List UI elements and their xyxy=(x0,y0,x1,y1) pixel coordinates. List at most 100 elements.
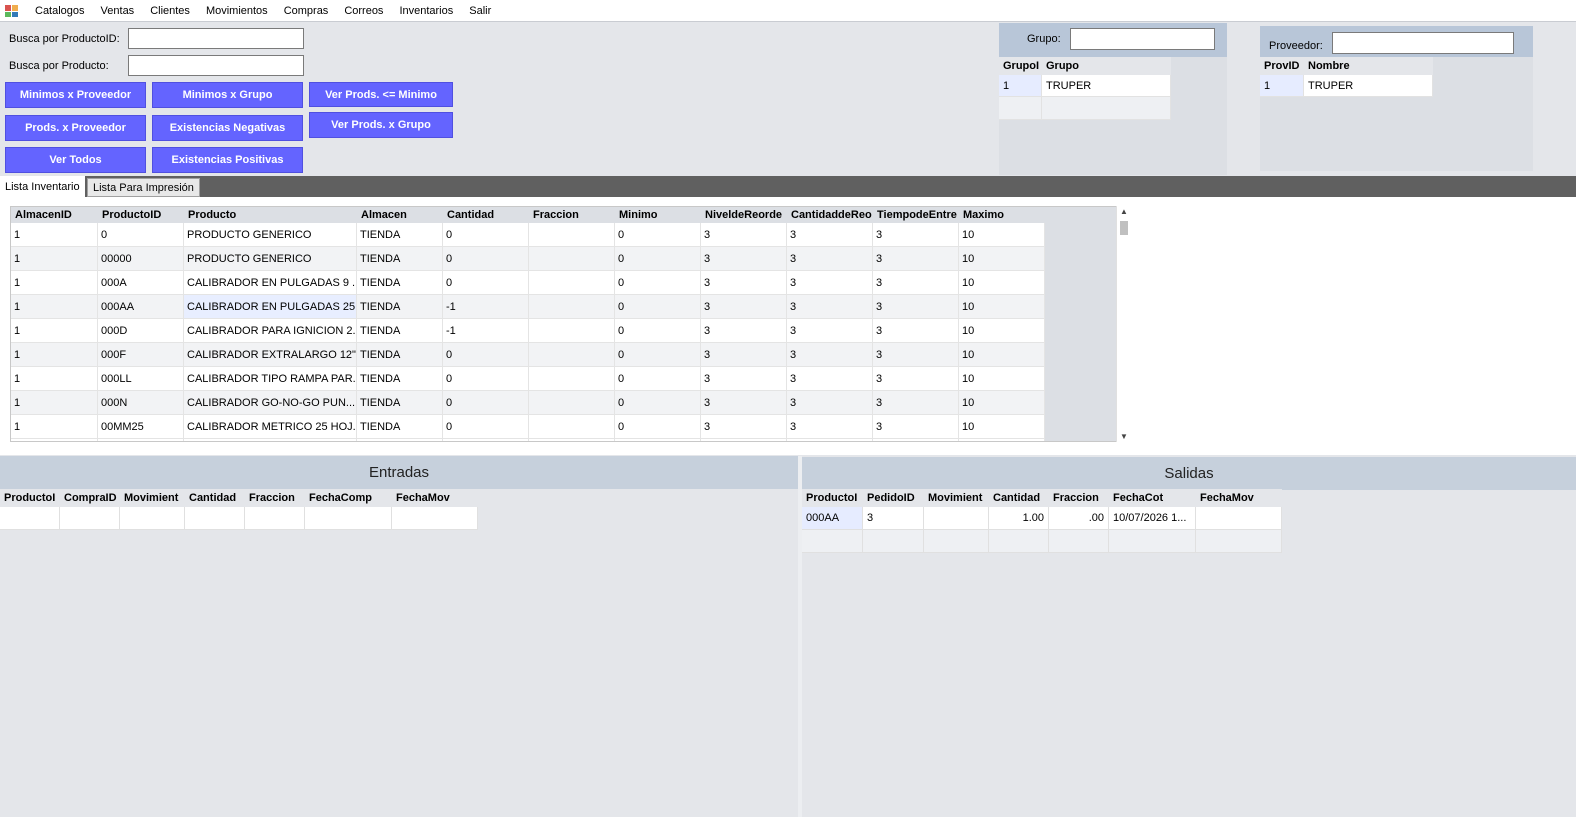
table-cell[interactable] xyxy=(615,439,701,441)
table-cell[interactable]: 000LL xyxy=(98,367,184,391)
table-cell[interactable] xyxy=(873,439,959,441)
table-cell[interactable] xyxy=(357,439,443,441)
existencias-negativas-button[interactable]: Existencias Negativas xyxy=(152,115,303,141)
entradas-col-cantidad[interactable]: Cantidad xyxy=(185,489,245,507)
table-cell[interactable]: -1 xyxy=(443,319,529,343)
proveedor-col-name[interactable]: Nombre xyxy=(1304,57,1433,75)
table-row[interactable]: 1 000D CALIBRADOR PARA IGNICION 2... TIENDA… xyxy=(11,319,1045,343)
table-cell[interactable]: 10 xyxy=(959,223,1045,247)
table-cell[interactable]: 3 xyxy=(701,391,787,415)
table-cell[interactable]: 3 xyxy=(873,223,959,247)
table-cell[interactable]: 000F xyxy=(98,343,184,367)
entradas-col-fechacomp[interactable]: FechaComp xyxy=(305,489,392,507)
table-cell[interactable]: 10 xyxy=(959,391,1045,415)
table-cell[interactable]: 3 xyxy=(701,247,787,271)
table-cell[interactable]: 3 xyxy=(873,247,959,271)
table-cell[interactable]: CALIBRADOR EN PULGADAS 9 ... xyxy=(184,271,357,295)
proveedor-col-id[interactable]: ProvID xyxy=(1260,57,1304,75)
inventory-col-niveldereorde[interactable]: NiveldeReorde xyxy=(701,207,787,223)
table-cell[interactable]: 3 xyxy=(873,367,959,391)
tab-lista-inventario[interactable]: Lista Inventario xyxy=(0,176,85,197)
table-cell[interactable]: 0 xyxy=(615,367,701,391)
table-cell[interactable]: 1 xyxy=(11,223,98,247)
table-cell[interactable] xyxy=(1196,530,1282,553)
existencias-positivas-button[interactable]: Existencias Positivas xyxy=(152,147,303,173)
table-cell[interactable] xyxy=(305,507,392,530)
table-cell[interactable]: 3 xyxy=(701,271,787,295)
table-cell[interactable]: 10 xyxy=(959,295,1045,319)
grupo-cell-name[interactable]: TRUPER xyxy=(1042,75,1171,97)
table-cell[interactable] xyxy=(529,415,615,439)
table-cell[interactable] xyxy=(1109,530,1196,553)
table-cell[interactable]: 0 xyxy=(615,295,701,319)
table-cell[interactable]: 1 xyxy=(11,343,98,367)
table-cell[interactable]: TIENDA xyxy=(357,391,443,415)
table-cell[interactable]: 0 xyxy=(443,271,529,295)
table-cell[interactable]: CALIBRADOR TIPO RAMPA PAR... xyxy=(184,367,357,391)
table-cell[interactable]: 1.00 xyxy=(989,507,1049,530)
table-cell[interactable] xyxy=(185,507,245,530)
menu-compras[interactable]: Compras xyxy=(276,1,337,21)
table-cell[interactable]: 0 xyxy=(615,319,701,343)
proveedor-row[interactable]: 1 TRUPER xyxy=(1260,75,1433,97)
table-cell[interactable]: 1 xyxy=(11,367,98,391)
table-cell[interactable]: TIENDA xyxy=(357,415,443,439)
entradas-col-fechamov[interactable]: FechaMov xyxy=(392,489,478,507)
table-cell[interactable]: 0 xyxy=(615,391,701,415)
table-cell[interactable] xyxy=(529,439,615,441)
table-cell[interactable]: 1 xyxy=(11,415,98,439)
table-cell[interactable]: 00000 xyxy=(98,247,184,271)
table-cell[interactable] xyxy=(11,439,98,441)
table-cell[interactable]: CALIBRADOR EXTRALARGO 12"... xyxy=(184,343,357,367)
salidas-col-productoi[interactable]: ProductoI xyxy=(802,489,863,507)
table-cell[interactable]: .00 xyxy=(1049,507,1109,530)
table-cell[interactable]: 10 xyxy=(959,247,1045,271)
salidas-row[interactable]: 000AA 3 1.00.00 10/07/2026 1... xyxy=(802,507,1282,530)
tab-lista-impresion[interactable]: Lista Para Impresión xyxy=(87,178,200,197)
table-cell[interactable]: 3 xyxy=(701,319,787,343)
table-cell[interactable]: TIENDA xyxy=(357,295,443,319)
table-cell[interactable] xyxy=(959,439,1045,441)
menu-ventas[interactable]: Ventas xyxy=(93,1,143,21)
table-cell[interactable]: 0 xyxy=(615,271,701,295)
table-cell[interactable] xyxy=(60,507,120,530)
table-cell[interactable]: 3 xyxy=(873,295,959,319)
menu-clientes[interactable]: Clientes xyxy=(142,1,198,21)
table-cell[interactable]: 10 xyxy=(959,415,1045,439)
table-cell[interactable] xyxy=(787,439,873,441)
table-cell[interactable] xyxy=(98,439,184,441)
grupo-input[interactable] xyxy=(1070,28,1215,50)
table-cell[interactable]: 3 xyxy=(873,343,959,367)
table-cell[interactable]: 0 xyxy=(615,343,701,367)
prods-proveedor-button[interactable]: Prods. x Proveedor xyxy=(5,115,146,141)
proveedor-input[interactable] xyxy=(1332,32,1514,54)
table-cell[interactable]: 3 xyxy=(787,271,873,295)
table-cell[interactable] xyxy=(1196,507,1282,530)
table-cell[interactable]: 3 xyxy=(701,223,787,247)
entradas-col-fraccion[interactable]: Fraccion xyxy=(245,489,305,507)
table-row[interactable]: 1 000N CALIBRADOR GO-NO-GO PUN... TIENDA 0 0 3… xyxy=(11,391,1045,415)
inventory-col-cantidad[interactable]: Cantidad xyxy=(443,207,529,223)
salidas-col-cantidad[interactable]: Cantidad xyxy=(989,489,1049,507)
table-cell[interactable]: 0 xyxy=(615,223,701,247)
inventory-col-almacenid[interactable]: AlmacenID xyxy=(11,207,98,223)
inventory-col-maximo[interactable]: Maximo xyxy=(959,207,1045,223)
table-cell[interactable]: 3 xyxy=(787,343,873,367)
table-cell[interactable]: 3 xyxy=(873,391,959,415)
table-cell[interactable]: 0 xyxy=(443,247,529,271)
table-cell[interactable]: 0 xyxy=(443,367,529,391)
inventory-col-producto[interactable]: Producto xyxy=(184,207,357,223)
table-cell[interactable] xyxy=(529,343,615,367)
table-cell[interactable]: 000D xyxy=(98,319,184,343)
table-cell[interactable] xyxy=(184,439,357,441)
table-cell[interactable] xyxy=(924,530,989,553)
salidas-col-fechamov[interactable]: FechaMov xyxy=(1196,489,1282,507)
scroll-down-icon[interactable]: ▼ xyxy=(1120,432,1128,441)
table-cell[interactable]: 10 xyxy=(959,367,1045,391)
table-cell[interactable]: 0 xyxy=(615,415,701,439)
inventory-col-productoid[interactable]: ProductoID xyxy=(98,207,184,223)
table-cell[interactable]: 3 xyxy=(787,295,873,319)
grupo-blank-cell[interactable] xyxy=(1042,97,1171,120)
table-cell[interactable]: 3 xyxy=(863,507,924,530)
table-cell[interactable] xyxy=(529,367,615,391)
